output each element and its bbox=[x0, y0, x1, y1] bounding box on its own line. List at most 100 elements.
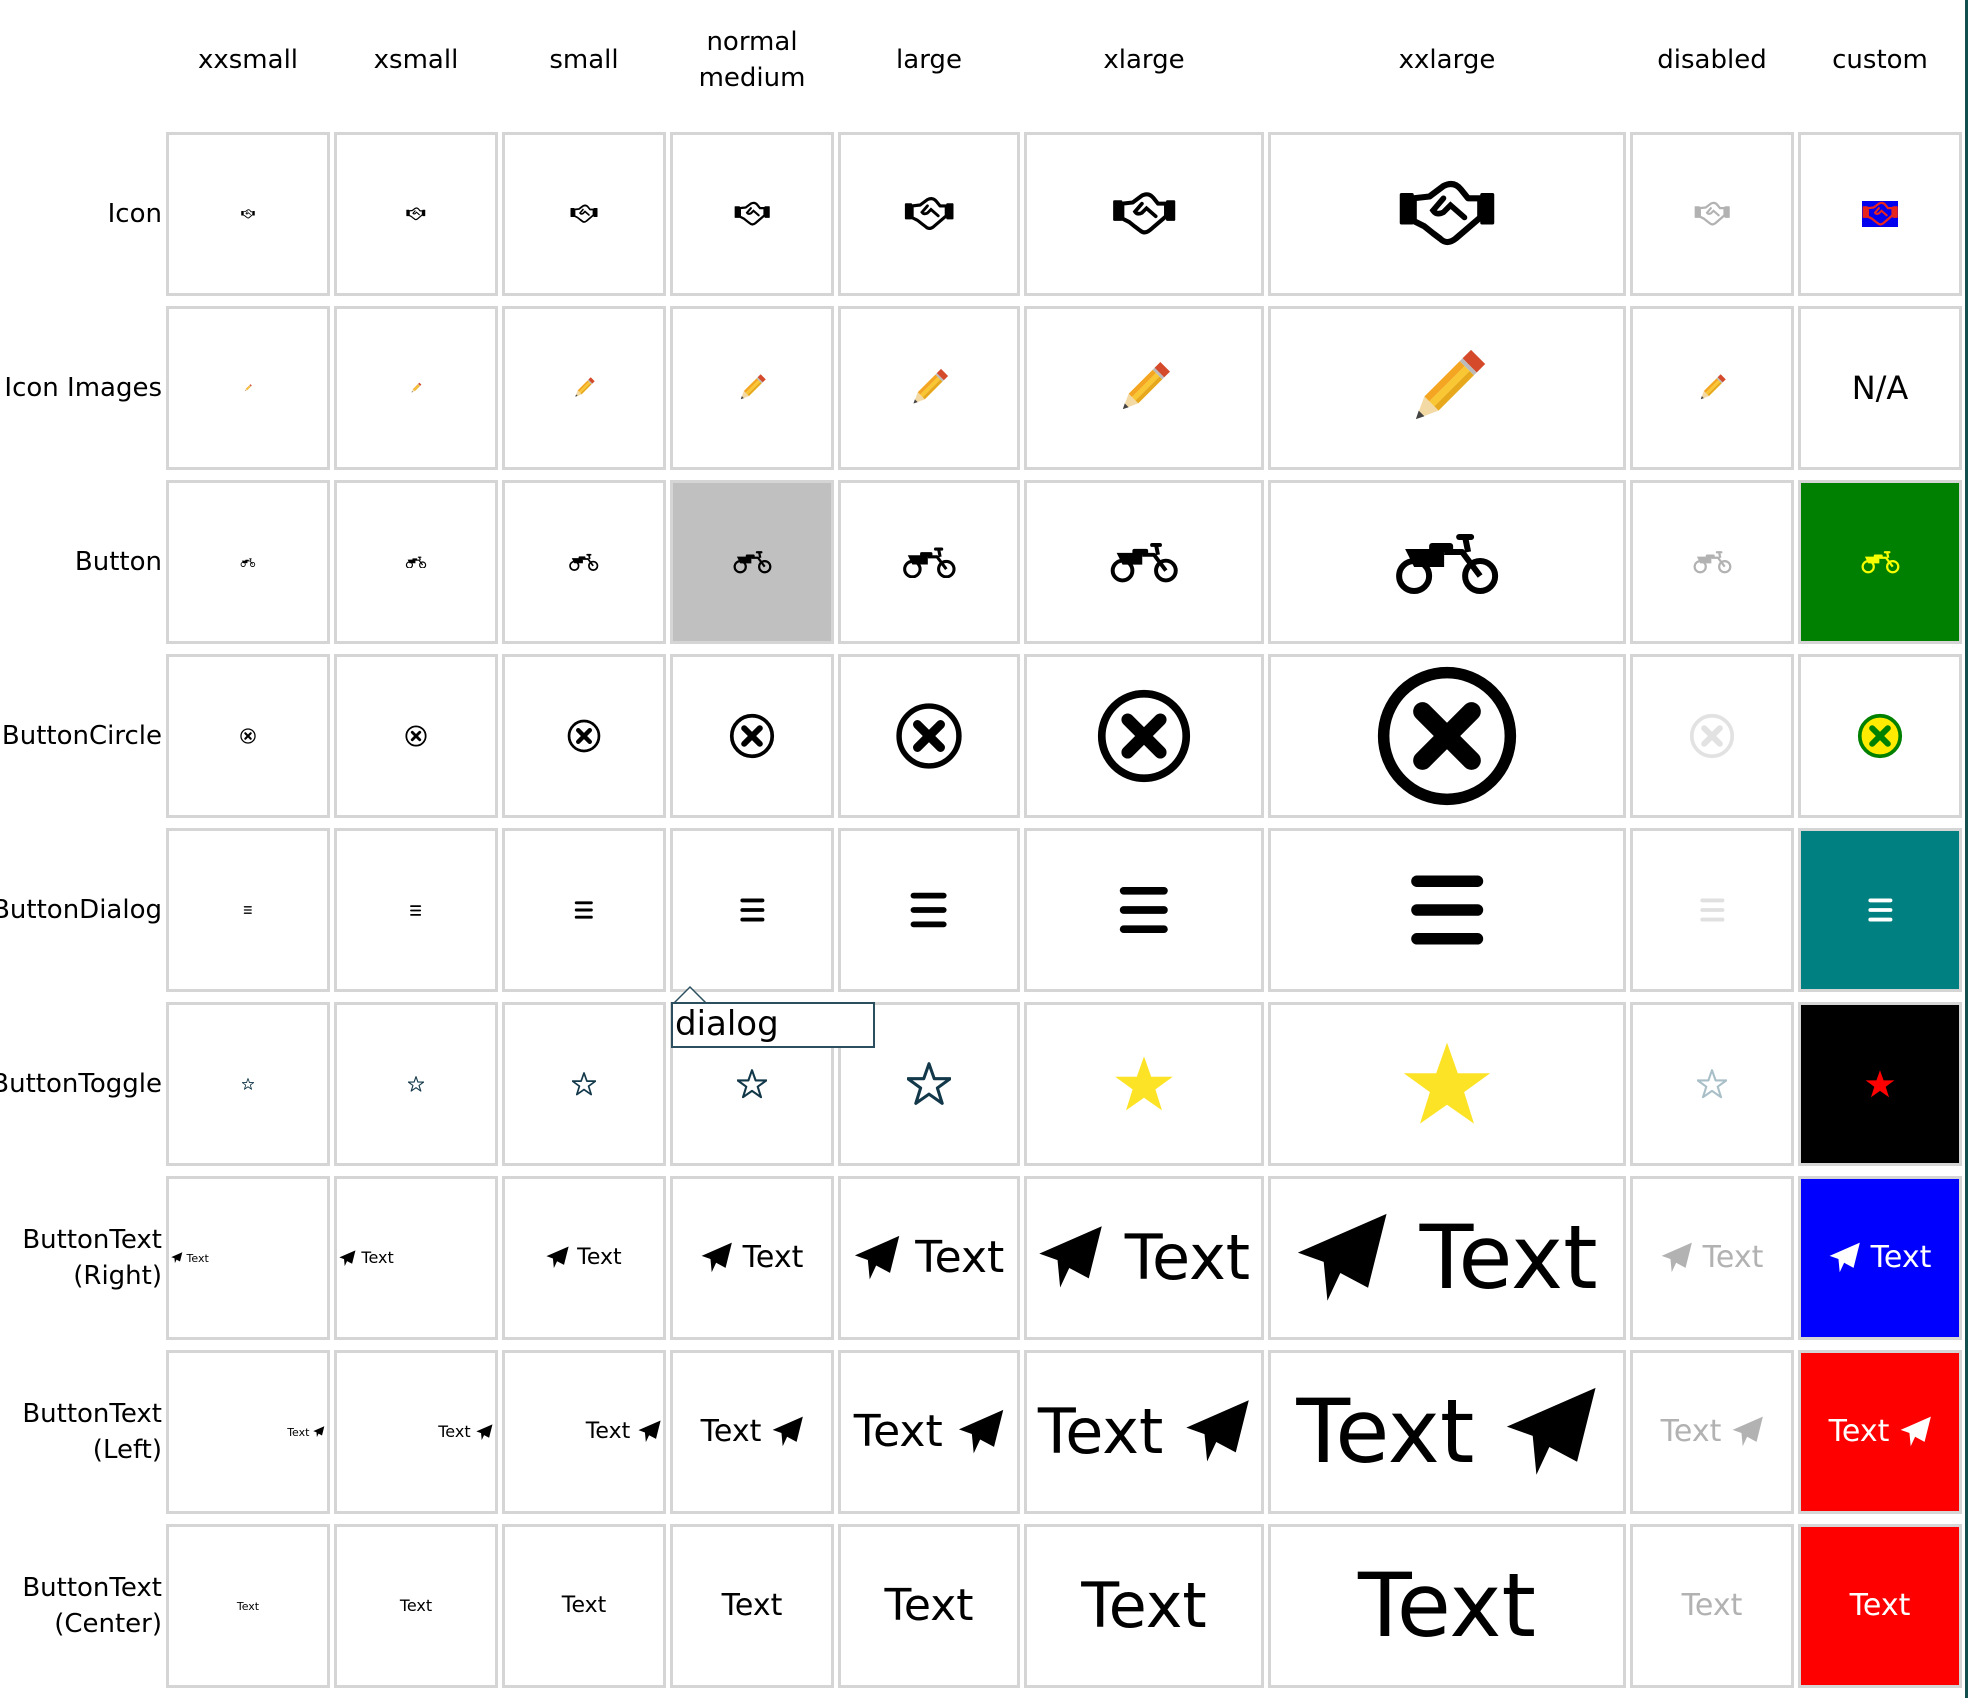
button-text-label: Text bbox=[1358, 1554, 1536, 1657]
cell-button-xlarge[interactable] bbox=[1024, 480, 1264, 644]
cell-dialog-large[interactable] bbox=[838, 828, 1020, 992]
cell-dialog-xlarge[interactable] bbox=[1024, 828, 1264, 992]
button-text-label: Text bbox=[577, 1245, 622, 1270]
cell-dialog-small[interactable] bbox=[502, 828, 666, 992]
cell-textC-xxlarge[interactable]: Text bbox=[1268, 1524, 1626, 1688]
cell-textL-custom[interactable]: Text bbox=[1798, 1350, 1962, 1514]
menu-icon bbox=[1120, 886, 1168, 934]
motorcycle-icon bbox=[240, 557, 256, 567]
cell-textC-xxsmall[interactable]: Text bbox=[166, 1524, 330, 1688]
cell-button-small[interactable] bbox=[502, 480, 666, 644]
button-text-label: Text bbox=[585, 1419, 631, 1444]
cell-circle-xlarge[interactable] bbox=[1024, 654, 1264, 818]
cell-button-xxsmall[interactable] bbox=[166, 480, 330, 644]
paper-plane-icon bbox=[313, 1426, 325, 1438]
cell-textR-xxsmall[interactable]: Text bbox=[166, 1176, 330, 1340]
cell-dialog-normal[interactable] bbox=[670, 828, 834, 992]
cell-textL-large[interactable]: Text bbox=[838, 1350, 1020, 1514]
cell-textR-xlarge[interactable]: Text bbox=[1024, 1176, 1264, 1340]
cell-dialog-xxsmall[interactable] bbox=[166, 828, 330, 992]
cell-dialog-custom[interactable] bbox=[1798, 828, 1962, 992]
cell-textL-xxsmall[interactable]: Text bbox=[166, 1350, 330, 1514]
cell-textC-large[interactable]: Text bbox=[838, 1524, 1020, 1688]
cell-button-custom[interactable] bbox=[1798, 480, 1962, 644]
button-text-label: Text bbox=[361, 1248, 394, 1267]
cell-circle-xxlarge[interactable] bbox=[1268, 654, 1626, 818]
cell-toggle-small[interactable] bbox=[502, 1002, 666, 1166]
cell-textR-normal[interactable]: Text bbox=[670, 1176, 834, 1340]
button-text-label: Text bbox=[1870, 1240, 1932, 1275]
button-text-label: Text bbox=[561, 1593, 607, 1618]
cell-image-large bbox=[838, 306, 1020, 470]
cell-button-xxlarge[interactable] bbox=[1268, 480, 1626, 644]
paper-plane-icon bbox=[171, 1252, 183, 1264]
menu-icon bbox=[1867, 898, 1892, 922]
column-header-3: normal medium bbox=[698, 27, 806, 93]
paper-plane-icon bbox=[959, 1409, 1004, 1454]
cell-textR-custom[interactable]: Text bbox=[1798, 1176, 1962, 1340]
button-text-label: Text bbox=[884, 1580, 974, 1631]
cell-textL-xlarge[interactable]: Text bbox=[1024, 1350, 1264, 1514]
cell-icon-large bbox=[838, 132, 1020, 296]
cell-textR-xsmall[interactable]: Text bbox=[334, 1176, 498, 1340]
cell-toggle-custom[interactable] bbox=[1798, 1002, 1962, 1166]
handshake-icon bbox=[1861, 201, 1899, 227]
cell-dialog-xsmall[interactable] bbox=[334, 828, 498, 992]
cell-textC-custom[interactable]: Text bbox=[1798, 1524, 1962, 1688]
button-text-label: Text bbox=[1660, 1414, 1722, 1449]
cell-textR-small[interactable]: Text bbox=[502, 1176, 666, 1340]
button-text-label: Text bbox=[1124, 1221, 1251, 1294]
column-header-0: xxsmall bbox=[197, 45, 299, 75]
handshake-icon bbox=[406, 207, 426, 221]
close-circle-icon bbox=[1377, 666, 1517, 806]
cell-button-large[interactable] bbox=[838, 480, 1020, 644]
cell-button-normal[interactable] bbox=[670, 480, 834, 644]
cell-textC-xsmall[interactable]: Text bbox=[334, 1524, 498, 1688]
menu-icon bbox=[739, 898, 764, 922]
handshake-icon bbox=[1112, 192, 1176, 235]
menu-icon bbox=[575, 901, 593, 919]
paper-plane-icon bbox=[339, 1249, 356, 1266]
button-text-label: Text bbox=[236, 1599, 260, 1613]
cell-toggle-xsmall[interactable] bbox=[334, 1002, 498, 1166]
cell-textC-xlarge[interactable]: Text bbox=[1024, 1524, 1264, 1688]
pencil-icon bbox=[1700, 374, 1726, 400]
cell-textC-normal[interactable]: Text bbox=[670, 1524, 834, 1688]
motorcycle-icon bbox=[569, 553, 599, 571]
cell-textR-xxlarge[interactable]: Text bbox=[1268, 1176, 1626, 1340]
not-applicable-label: N/A bbox=[1851, 369, 1909, 407]
handshake-icon bbox=[904, 197, 954, 230]
cell-textR-large[interactable]: Text bbox=[838, 1176, 1020, 1340]
cell-circle-small[interactable] bbox=[502, 654, 666, 818]
cell-circle-xxsmall[interactable] bbox=[166, 654, 330, 818]
cell-toggle-xxsmall[interactable] bbox=[166, 1002, 330, 1166]
cell-dialog-xxlarge[interactable] bbox=[1268, 828, 1626, 992]
close-circle-icon bbox=[729, 713, 775, 759]
paper-plane-icon bbox=[546, 1246, 569, 1269]
cell-toggle-xxlarge[interactable] bbox=[1268, 1002, 1626, 1166]
paper-plane-icon bbox=[1829, 1242, 1860, 1273]
cell-textL-normal[interactable]: Text bbox=[670, 1350, 834, 1514]
star-icon bbox=[572, 1072, 596, 1096]
cell-textL-xsmall[interactable]: Text bbox=[334, 1350, 498, 1514]
paper-plane-icon bbox=[1186, 1400, 1249, 1462]
cell-icon-disabled bbox=[1630, 132, 1794, 296]
row-header-0: Icon bbox=[107, 199, 162, 229]
cell-textC-small[interactable]: Text bbox=[502, 1524, 666, 1688]
cell-toggle-xlarge[interactable] bbox=[1024, 1002, 1264, 1166]
cell-textL-small[interactable]: Text bbox=[502, 1350, 666, 1514]
cell-button-xsmall[interactable] bbox=[334, 480, 498, 644]
cell-circle-xsmall[interactable] bbox=[334, 654, 498, 818]
cell-circle-normal[interactable] bbox=[670, 654, 834, 818]
row-header-3: ButtonCircle bbox=[1, 721, 162, 751]
cell-dialog-disabled bbox=[1630, 828, 1794, 992]
close-circle-icon bbox=[1097, 689, 1191, 783]
cell-circle-large[interactable] bbox=[838, 654, 1020, 818]
cell-circle-custom[interactable] bbox=[1798, 654, 1962, 818]
star-icon bbox=[408, 1076, 424, 1092]
star-icon bbox=[737, 1069, 767, 1099]
cell-textL-xxlarge[interactable]: Text bbox=[1268, 1350, 1626, 1514]
button-text-label: Text bbox=[1681, 1588, 1743, 1623]
row-header-1: Icon Images bbox=[4, 373, 162, 403]
cell-textC-disabled: Text bbox=[1630, 1524, 1794, 1688]
